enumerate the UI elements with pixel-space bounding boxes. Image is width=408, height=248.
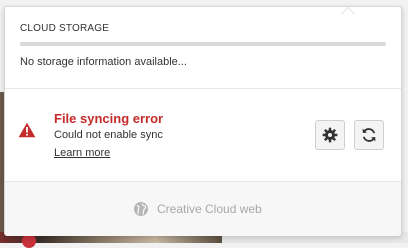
popover-caret	[341, 7, 355, 14]
creative-cloud-web-link[interactable]: Creative Cloud web	[133, 201, 262, 217]
refresh-icon	[362, 128, 376, 142]
globe-icon	[134, 202, 148, 216]
gear-icon	[322, 127, 338, 143]
learn-more-link[interactable]: Learn more	[54, 147, 110, 159]
creative-cloud-web-label: Creative Cloud web	[157, 202, 262, 216]
storage-info-text: No storage information available...	[20, 56, 187, 68]
sync-retry-button[interactable]	[354, 120, 384, 150]
storage-section: CLOUD STORAGE No storage information ava…	[20, 23, 388, 68]
cloud-storage-popover: CLOUD STORAGE No storage information ava…	[4, 6, 402, 236]
sync-error-section: File syncing error Could not enable sync…	[5, 89, 401, 181]
storage-usage-bar	[20, 42, 386, 46]
storage-heading: CLOUD STORAGE	[20, 23, 110, 34]
footer: Creative Cloud web	[5, 182, 401, 236]
warning-triangle-icon	[18, 122, 36, 138]
sync-error-message: Could not enable sync	[54, 129, 163, 141]
settings-button[interactable]	[315, 120, 345, 150]
sync-error-title: File syncing error	[54, 111, 164, 126]
